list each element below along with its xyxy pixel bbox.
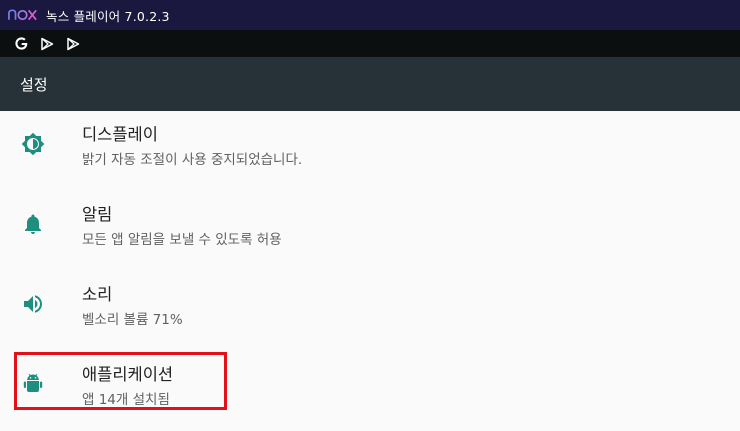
google-icon [13,36,29,52]
window-titlebar: 녹스 플레이어 7.0.2.3 [0,0,740,30]
highlight-box [14,352,227,410]
settings-item-label: 디스플레이 [82,125,158,144]
play-store-icon [65,36,81,52]
settings-item-summary: 모든 앱 알림을 보낼 수 있도록 허용 [82,232,282,248]
window-title: 녹스 플레이어 7.0.2.3 [46,8,170,24]
settings-item-label: 소리 [82,285,113,304]
status-bar [0,30,740,57]
settings-item-display[interactable]: 디스플레이 밝기 자동 조절이 사용 중지되었습니다. [0,111,740,191]
settings-item-label: 알림 [82,205,113,224]
brightness-icon [20,131,46,157]
settings-item-sound[interactable]: 소리 벨소리 볼륨 71% [0,271,740,351]
play-store-icon [39,36,55,52]
bell-icon [20,211,46,237]
nox-logo [8,7,38,23]
page-title: 설정 [20,75,48,94]
settings-item-summary: 밝기 자동 조절이 사용 중지되었습니다. [82,152,303,168]
settings-item-notifications[interactable]: 알림 모든 앱 알림을 보낼 수 있도록 허용 [0,191,740,271]
app-bar: 설정 [0,57,740,111]
settings-item-summary: 벨소리 볼륨 71% [82,312,183,328]
volume-icon [20,291,46,317]
